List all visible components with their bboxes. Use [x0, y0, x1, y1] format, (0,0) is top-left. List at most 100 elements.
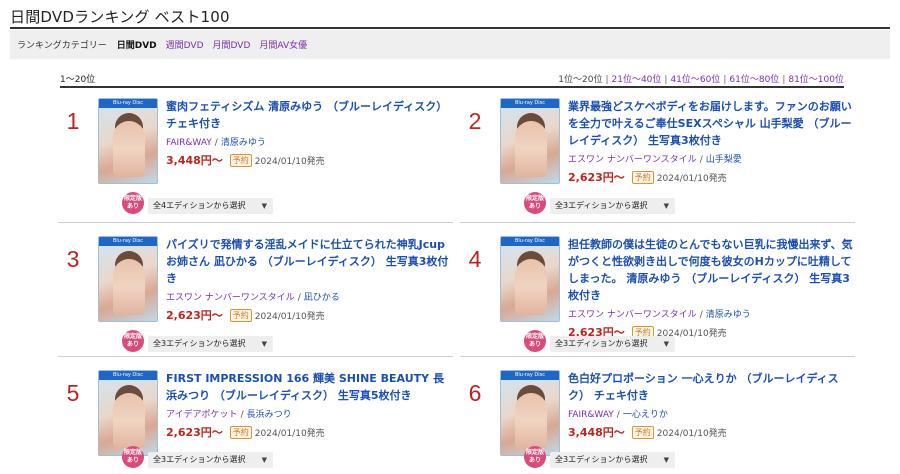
- limited-edition-badge: 限定版 あり: [524, 330, 546, 352]
- price: 2,623円〜: [166, 309, 223, 322]
- product-info: パイズリで発情する淫乱メイドに仕立てられた神乳Jcupお姉さん 凪ひかる （ブル…: [166, 236, 452, 323]
- product-cover-image[interactable]: Blu-ray Disc: [500, 370, 560, 456]
- actress-link[interactable]: 一心えりか: [623, 410, 668, 420]
- bluray-icon: Blu-ray Disc: [99, 371, 157, 380]
- row-divider: [58, 222, 453, 223]
- reserve-badge: 予約: [631, 170, 654, 184]
- maker-line: アイデアポケット / 長浜みつり: [166, 410, 292, 420]
- rank-number: 6: [468, 380, 482, 406]
- maker-link[interactable]: FAIR&WAY: [568, 410, 614, 420]
- ranking-item: 2 Blu-ray Disc 業界最強どスケベボディをお届けします。ファンのお願…: [460, 98, 855, 218]
- pager-41-60[interactable]: 41位〜60位: [670, 75, 720, 85]
- release-date: 2024/01/10発売: [656, 428, 727, 439]
- row-divider: [460, 222, 855, 223]
- rank-pager: 1位〜20位 | 21位〜40位 | 41位〜60位 | 61位〜80位 | 81位〜100位: [558, 74, 844, 85]
- price-row: 3,448円〜 予約 2024/01/10発売: [166, 152, 452, 168]
- rank-number: 2: [468, 108, 482, 134]
- category-weekly-dvd[interactable]: 週間DVD: [166, 38, 204, 51]
- pager-21-40[interactable]: 21位〜40位: [612, 75, 662, 85]
- chevron-down-icon: ▼: [261, 202, 267, 210]
- product-title-link[interactable]: 蜜肉フェティシズム 清原みゆう （ブルーレイディスク） チェキ付き: [166, 98, 452, 132]
- bluray-icon: Blu-ray Disc: [99, 237, 157, 246]
- edition-select[interactable]: 全3エディションから選択 ▼: [148, 452, 273, 468]
- product-cover-image[interactable]: Blu-ray Disc: [500, 236, 560, 322]
- actress-link[interactable]: 長浜みつり: [247, 410, 292, 420]
- product-title-link[interactable]: FIRST IMPRESSION 166 輝美 SHINE BEAUTY 長浜み…: [166, 370, 452, 404]
- maker-link[interactable]: アイデアポケット: [166, 410, 238, 420]
- product-cover-image[interactable]: Blu-ray Disc: [98, 370, 158, 456]
- edition-select[interactable]: 全3エディションから選択 ▼: [148, 336, 273, 352]
- actress-link[interactable]: 山手梨愛: [706, 155, 742, 165]
- edition-select[interactable]: 全3エディションから選択 ▼: [550, 198, 675, 214]
- ranking-item: 6 Blu-ray Disc 色白好プロポーション 一心えりか （ブルーレイディ…: [460, 370, 855, 474]
- price-row: 2,623円〜 予約 2024/01/10発売: [568, 169, 854, 185]
- rank-number: 4: [468, 246, 482, 272]
- bluray-icon: Blu-ray Disc: [501, 99, 559, 108]
- range-label: 1〜20位: [60, 74, 96, 85]
- release-date: 2024/01/10発売: [254, 156, 325, 167]
- maker-line: エスワン ナンバーワンスタイル / 凪ひかる: [166, 293, 340, 303]
- reserve-badge: 予約: [229, 308, 252, 322]
- product-title-link[interactable]: パイズリで発情する淫乱メイドに仕立てられた神乳Jcupお姉さん 凪ひかる （ブル…: [166, 236, 452, 287]
- product-title-link[interactable]: 担任教師の僕は生徒のとんでもない巨乳に我慢出来ず、気がつくと性欲剥き出しで何度も…: [568, 236, 854, 304]
- reserve-badge: 予約: [229, 425, 252, 439]
- actress-link[interactable]: 凪ひかる: [304, 293, 340, 303]
- pager-81-100[interactable]: 81位〜100位: [788, 75, 844, 85]
- maker-line: エスワン ナンバーワンスタイル / 山手梨愛: [568, 155, 742, 165]
- maker-link[interactable]: エスワン ナンバーワンスタイル: [568, 310, 697, 320]
- actress-link[interactable]: 清原みゆう: [221, 138, 266, 148]
- price: 2,623円〜: [166, 426, 223, 439]
- product-cover-image[interactable]: Blu-ray Disc: [500, 98, 560, 184]
- maker-link[interactable]: エスワン ナンバーワンスタイル: [568, 155, 697, 165]
- price-row: 2,623円〜 予約 2024/01/10発売: [166, 307, 452, 323]
- chevron-down-icon: ▼: [663, 456, 669, 464]
- limited-edition-badge: 限定版 あり: [524, 192, 546, 214]
- product-info: 業界最強どスケベボディをお届けします。ファンのお願いを全力で叶えるご奉仕SEXス…: [568, 98, 854, 185]
- maker-line: FAIR&WAY / 一心えりか: [568, 410, 668, 420]
- pager-1-20: 1位〜20位: [558, 74, 603, 85]
- ranking-item: 3 Blu-ray Disc パイズリで発情する淫乱メイドに仕立てられた神乳Jc…: [58, 236, 453, 356]
- product-cover-image[interactable]: Blu-ray Disc: [98, 236, 158, 322]
- product-title-link[interactable]: 業界最強どスケベボディをお届けします。ファンのお願いを全力で叶えるご奉仕SEXス…: [568, 98, 854, 149]
- price: 2,623円〜: [568, 171, 625, 184]
- price-row: 3,448円〜 予約 2024/01/10発売: [568, 424, 854, 440]
- maker-link[interactable]: エスワン ナンバーワンスタイル: [166, 293, 295, 303]
- rank-number: 5: [66, 380, 80, 406]
- limited-edition-badge: 限定版 あり: [122, 446, 144, 468]
- category-monthly-actress[interactable]: 月間AV女優: [259, 38, 307, 51]
- product-info: 蜜肉フェティシズム 清原みゆう （ブルーレイディスク） チェキ付き FAIR&W…: [166, 98, 452, 168]
- reserve-badge: 予約: [229, 153, 252, 167]
- product-title-link[interactable]: 色白好プロポーション 一心えりか （ブルーレイディスク） チェキ付き: [568, 370, 854, 404]
- category-label: ランキングカテゴリー: [17, 41, 107, 51]
- category-monthly-dvd[interactable]: 月間DVD: [213, 38, 251, 51]
- edition-select[interactable]: 全3エディションから選択 ▼: [550, 452, 675, 468]
- chevron-down-icon: ▼: [663, 340, 669, 348]
- ranking-category-bar: ランキングカテゴリー 日間DVD 週間DVD 月間DVD 月間AV女優: [10, 30, 890, 59]
- product-info: 色白好プロポーション 一心えりか （ブルーレイディスク） チェキ付き FAIR&…: [568, 370, 854, 440]
- range-row: 1〜20位 1位〜20位 | 21位〜40位 | 41位〜60位 | 61位〜80位 | 81位…: [60, 71, 844, 85]
- ranking-item: 1 Blu-ray Disc 蜜肉フェティシズム 清原みゆう （ブルーレイディス…: [58, 98, 453, 218]
- price: 3,448円〜: [166, 154, 223, 167]
- range-rule: [60, 86, 844, 88]
- actress-link[interactable]: 清原みゆう: [706, 310, 751, 320]
- release-date: 2024/01/10発売: [254, 428, 325, 439]
- maker-line: FAIR&WAY / 清原みゆう: [166, 138, 266, 148]
- chevron-down-icon: ▼: [261, 340, 267, 348]
- pager-61-80[interactable]: 61位〜80位: [729, 75, 779, 85]
- reserve-badge: 予約: [631, 425, 654, 439]
- rank-number: 1: [66, 108, 80, 134]
- maker-link[interactable]: FAIR&WAY: [166, 138, 212, 148]
- product-info: 担任教師の僕は生徒のとんでもない巨乳に我慢出来ず、気がつくと性欲剥き出しで何度も…: [568, 236, 854, 340]
- product-cover-image[interactable]: Blu-ray Disc: [98, 98, 158, 184]
- bluray-icon: Blu-ray Disc: [501, 237, 559, 246]
- edition-select[interactable]: 全4エディションから選択 ▼: [148, 198, 273, 214]
- page-title: 日間DVDランキング ベスト100: [10, 8, 230, 26]
- chevron-down-icon: ▼: [261, 456, 267, 464]
- release-date: 2024/01/10発売: [656, 173, 727, 184]
- ranking-item: 4 Blu-ray Disc 担任教師の僕は生徒のとんでもない巨乳に我慢出来ず、…: [460, 236, 855, 356]
- category-daily-dvd: 日間DVD: [116, 41, 157, 51]
- ranking-item: 5 Blu-ray Disc FIRST IMPRESSION 166 輝美 S…: [58, 370, 453, 474]
- price-row: 2,623円〜 予約 2024/01/10発売: [166, 424, 452, 440]
- edition-select[interactable]: 全3エディションから選択 ▼: [550, 336, 675, 352]
- limited-edition-badge: 限定版 あり: [122, 330, 144, 352]
